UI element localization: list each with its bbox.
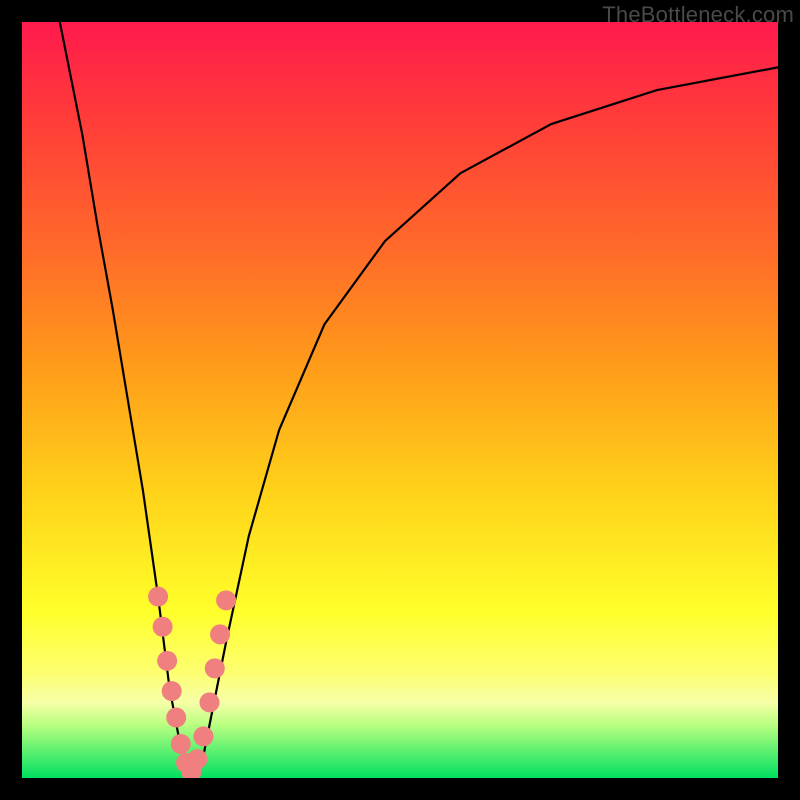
scatter-point <box>205 658 225 678</box>
scatter-point <box>187 749 207 769</box>
plot-area <box>22 22 778 778</box>
scatter-point <box>199 692 219 712</box>
scatter-point <box>216 590 236 610</box>
scatter-point <box>148 587 168 607</box>
scatter-point <box>210 624 230 644</box>
chart-frame: TheBottleneck.com <box>0 0 800 800</box>
scatter-point <box>157 651 177 671</box>
chart-svg <box>22 22 778 778</box>
scatter-point <box>171 734 191 754</box>
scatter-point <box>153 617 173 637</box>
scatter-point <box>193 726 213 746</box>
scatter-point <box>162 681 182 701</box>
scatter-point <box>166 708 186 728</box>
